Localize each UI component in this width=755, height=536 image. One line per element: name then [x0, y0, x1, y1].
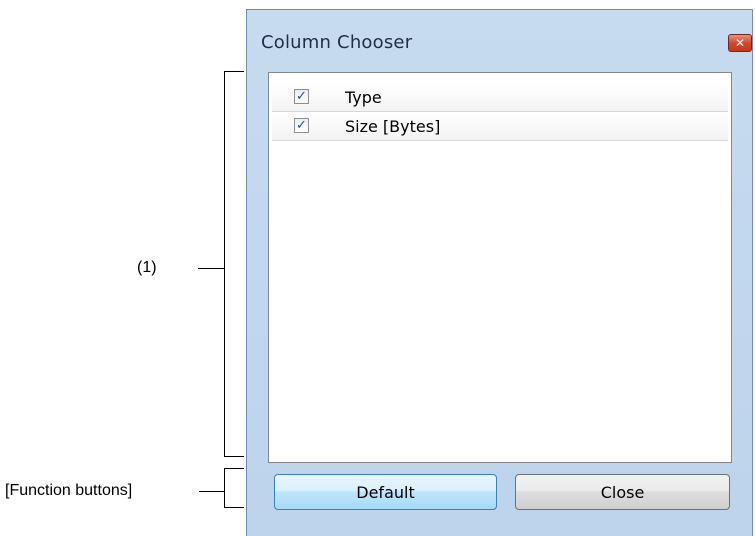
bracket-top-tick-buttons	[224, 468, 244, 469]
annotation-list-marker: (1)	[137, 259, 157, 276]
column-list[interactable]: ✓ Type ✓ Size [Bytes]	[268, 72, 732, 463]
list-item-label: Type	[345, 88, 382, 107]
annotation-buttons-marker: [Function buttons]	[5, 482, 133, 499]
close-window-button[interactable]: ✕	[728, 34, 752, 52]
bracket-connector-list	[198, 268, 224, 269]
dialog-title: Column Chooser	[261, 32, 413, 53]
bracket-bottom-tick-list	[224, 456, 244, 457]
list-item-size[interactable]: ✓ Size [Bytes]	[272, 112, 728, 141]
close-icon: ✕	[734, 36, 746, 50]
bracket-connector-buttons	[199, 491, 224, 492]
checkmark-icon: ✓	[296, 89, 307, 104]
checkmark-icon: ✓	[296, 118, 307, 133]
bracket-bottom-tick-buttons	[224, 507, 244, 508]
list-item-label: Size [Bytes]	[345, 117, 441, 136]
type-checkbox[interactable]: ✓	[294, 89, 309, 104]
bracket-vertical-list	[224, 71, 225, 457]
close-button[interactable]: Close	[515, 474, 730, 510]
bracket-top-tick-list	[224, 71, 244, 72]
list-item-type[interactable]: ✓ Type	[272, 83, 728, 112]
bracket-vertical-buttons	[224, 468, 225, 508]
size-checkbox[interactable]: ✓	[294, 118, 309, 133]
default-button[interactable]: Default	[274, 474, 497, 510]
column-chooser-dialog: Column Chooser ✕ ✓ Type ✓ Size [Bytes] D…	[246, 9, 753, 536]
